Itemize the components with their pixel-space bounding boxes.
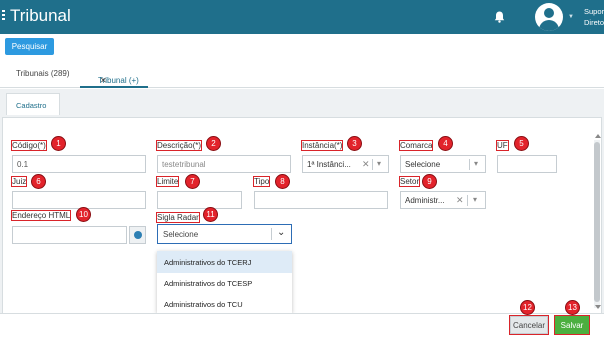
user-role: Direto [584, 18, 604, 27]
codigo-label: Código(*) [11, 140, 47, 151]
setor-label: Setor [398, 176, 421, 187]
annotation-badge-4: 4 [438, 136, 453, 151]
scroll-up-icon[interactable] [595, 134, 601, 138]
scroll-down-icon[interactable] [595, 305, 601, 309]
tab-cadastro-label: Cadastro [16, 101, 47, 110]
instancia-label: Instância(*) [300, 140, 344, 151]
uf-label: UF [496, 140, 509, 151]
annotation-badge-9: 9 [422, 174, 437, 189]
annotation-badge-8: 8 [275, 174, 290, 189]
codigo-input[interactable]: 0.1 [12, 155, 146, 173]
annotation-badge-1: 1 [51, 136, 66, 151]
dropdown-option[interactable]: Administrativos do TCESP [157, 272, 292, 294]
instancia-value: 1ª Instânci... [307, 160, 351, 169]
annotation-badge-5: 5 [514, 136, 529, 151]
dropdown-option[interactable]: Administrativos do TCU [157, 293, 292, 315]
annotation-badge-12: 12 [520, 300, 535, 315]
chevron-down-icon[interactable]: ▼ [568, 14, 574, 20]
chevron-down-icon[interactable]: ⌄ [277, 227, 285, 238]
instancia-select[interactable]: 1ª Instânci... ✕ ▾ [302, 155, 389, 173]
descricao-input[interactable]: testetribunal [157, 155, 291, 173]
annotation-badge-6: 6 [31, 174, 46, 189]
close-icon[interactable]: ✕ [100, 76, 107, 85]
chevron-down-icon[interactable]: ▾ [377, 159, 381, 168]
juiz-input[interactable] [12, 191, 146, 209]
descricao-label: Descrição(*) [155, 140, 203, 151]
clear-icon[interactable]: ✕ [456, 195, 464, 206]
save-button[interactable]: Salvar [554, 315, 590, 335]
annotation-badge-11: 11 [203, 207, 218, 222]
sigla-radar-dropdown: Administrativos do TCERJ Administrativos… [157, 251, 292, 313]
sigla-radar-label: Sigla Radar [156, 212, 200, 223]
cancel-button[interactable]: Cancelar [509, 315, 549, 335]
globe-icon[interactable] [129, 226, 146, 244]
endereco-html-input[interactable] [12, 226, 127, 244]
dropdown-option[interactable]: Administrativos do TCERJ [157, 251, 292, 273]
app-window: Tribunal ▼ Supor Direto Pesquisar Tribun… [0, 0, 604, 341]
comarca-select[interactable]: Selecione ▾ [400, 155, 486, 173]
annotation-badge-2: 2 [206, 136, 221, 151]
user-name: Supor [584, 7, 604, 16]
limite-input[interactable] [157, 191, 242, 209]
tab-tribunais[interactable]: Tribunais (289) [16, 69, 70, 78]
tab-cadastro[interactable]: Cadastro [6, 93, 60, 115]
bell-icon[interactable] [494, 11, 505, 23]
page-title: Tribunal [10, 6, 71, 25]
comarca-label: Comarca [398, 140, 434, 151]
scrollbar-thumb[interactable] [594, 142, 600, 302]
tipo-label: Tipo [252, 176, 271, 187]
search-button[interactable]: Pesquisar [5, 38, 54, 55]
annotation-badge-7: 7 [185, 174, 200, 189]
tab-tribunal-new[interactable]: Tribunal (+) ✕ [80, 60, 148, 88]
juiz-label: Juiz [10, 176, 28, 187]
sigla-radar-select[interactable]: Selecione ⌄ [157, 224, 292, 244]
tab-bar: Tribunais (289) Tribunal (+) ✕ [0, 60, 604, 88]
annotation-badge-3: 3 [347, 136, 362, 151]
endereco-html-label: Endereço HTML [10, 210, 72, 221]
limite-label: Limite [155, 176, 180, 187]
sigla-radar-value: Selecione [163, 230, 199, 239]
uf-input[interactable] [497, 155, 557, 173]
annotation-badge-13: 13 [565, 300, 580, 315]
setor-select[interactable]: Administr... ✕ ▾ [400, 191, 486, 209]
chevron-down-icon[interactable]: ▾ [473, 195, 477, 204]
comarca-value: Selecione [405, 160, 441, 169]
tipo-input[interactable] [254, 191, 388, 209]
clear-icon[interactable]: ✕ [362, 159, 370, 170]
avatar[interactable] [535, 3, 563, 31]
chevron-down-icon[interactable]: ▾ [474, 159, 478, 168]
scrollbar[interactable] [594, 140, 600, 308]
top-bar: Tribunal ▼ Supor Direto [0, 0, 604, 34]
menu-icon[interactable] [2, 10, 8, 24]
setor-value: Administr... [405, 196, 445, 205]
annotation-badge-10: 10 [76, 207, 91, 222]
main-content: Pesquisar Tribunais (289) Tribunal (+) ✕ … [0, 34, 604, 341]
